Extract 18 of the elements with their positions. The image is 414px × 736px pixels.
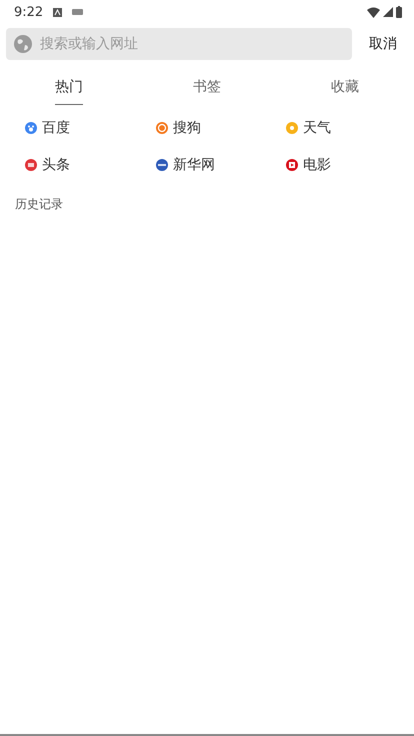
notification-icon xyxy=(53,8,62,16)
site-link[interactable]: 搜狗 xyxy=(173,118,201,136)
wifi-icon xyxy=(367,6,380,18)
cancel-button[interactable]: 取消 xyxy=(352,31,414,57)
battery-icon xyxy=(396,6,402,18)
tab[interactable]: 收藏 xyxy=(331,74,359,105)
search-field[interactable]: 搜索或输入网址 xyxy=(6,28,352,60)
status-time: 9:22 xyxy=(14,4,44,20)
history-heading: 历史记录 xyxy=(14,196,64,213)
tab[interactable]: 书签 xyxy=(193,74,221,105)
keyboard-icon xyxy=(72,9,84,15)
tab[interactable]: 热门 xyxy=(55,74,83,105)
site-link[interactable]: 电影 xyxy=(303,156,331,174)
signal-icon xyxy=(383,7,393,17)
site-link[interactable]: 头条 xyxy=(42,156,70,174)
site-link[interactable]: 天气 xyxy=(303,118,331,136)
site-link[interactable]: 百度 xyxy=(42,118,70,136)
site-link[interactable]: 新华网 xyxy=(173,156,215,174)
